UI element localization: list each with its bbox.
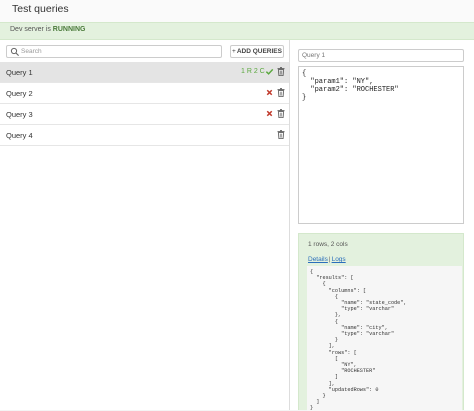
query-name-input[interactable] (298, 49, 464, 62)
query-params-editor[interactable]: { "param1": "NY", "param2": "ROCHESTER" … (298, 66, 464, 224)
result-panel: 1 rows, 2 cols Details|Logs { "results":… (298, 233, 464, 411)
result-tabs: Details|Logs (308, 256, 346, 263)
query-list: Query 1 1 R 2 C Query 2 Query 3 Query 4 (0, 62, 289, 146)
trash-icon[interactable] (277, 67, 285, 76)
dev-server-status: Dev server is RUNNING (10, 26, 85, 33)
query-label: Query 1 (6, 68, 33, 77)
plus-icon: + (232, 48, 236, 55)
query-row-4[interactable]: Query 4 (0, 125, 289, 146)
search-box[interactable] (6, 45, 222, 58)
query-result-info: 1 R 2 C (241, 68, 265, 75)
server-status-value: RUNNING (52, 26, 86, 33)
query-list-panel: +ADD QUERIES Query 1 1 R 2 C Query 2 Que… (0, 40, 290, 410)
trash-icon[interactable] (277, 88, 285, 97)
error-x-icon (266, 89, 273, 96)
query-label: Query 4 (6, 131, 33, 140)
query-row-3[interactable]: Query 3 (0, 104, 289, 125)
query-label: Query 2 (6, 89, 33, 98)
query-row-1[interactable]: Query 1 1 R 2 C (0, 62, 289, 83)
add-queries-button[interactable]: +ADD QUERIES (230, 45, 284, 58)
banner-prefix: Dev server is (10, 26, 53, 33)
details-link[interactable]: Details (308, 256, 328, 263)
query-detail-panel: { "param1": "NY", "param2": "ROCHESTER" … (290, 40, 474, 411)
search-icon (10, 47, 19, 56)
trash-icon[interactable] (277, 130, 285, 139)
add-queries-label: ADD QUERIES (236, 48, 282, 55)
query-label: Query 3 (6, 110, 33, 119)
query-row-2[interactable]: Query 2 (0, 83, 289, 104)
error-x-icon (266, 110, 273, 117)
dev-server-banner: Dev server is RUNNING (0, 22, 474, 40)
trash-icon[interactable] (277, 109, 285, 118)
app-header: Test queries (0, 0, 474, 22)
result-json: { "results": [ { "columns": [ { "name": … (307, 266, 462, 411)
tab-separator: | (328, 256, 331, 263)
logs-link[interactable]: Logs (332, 256, 346, 263)
result-summary: 1 rows, 2 cols (308, 241, 348, 248)
search-input[interactable] (21, 46, 217, 57)
check-icon (265, 68, 274, 75)
page-title: Test queries (12, 3, 69, 15)
